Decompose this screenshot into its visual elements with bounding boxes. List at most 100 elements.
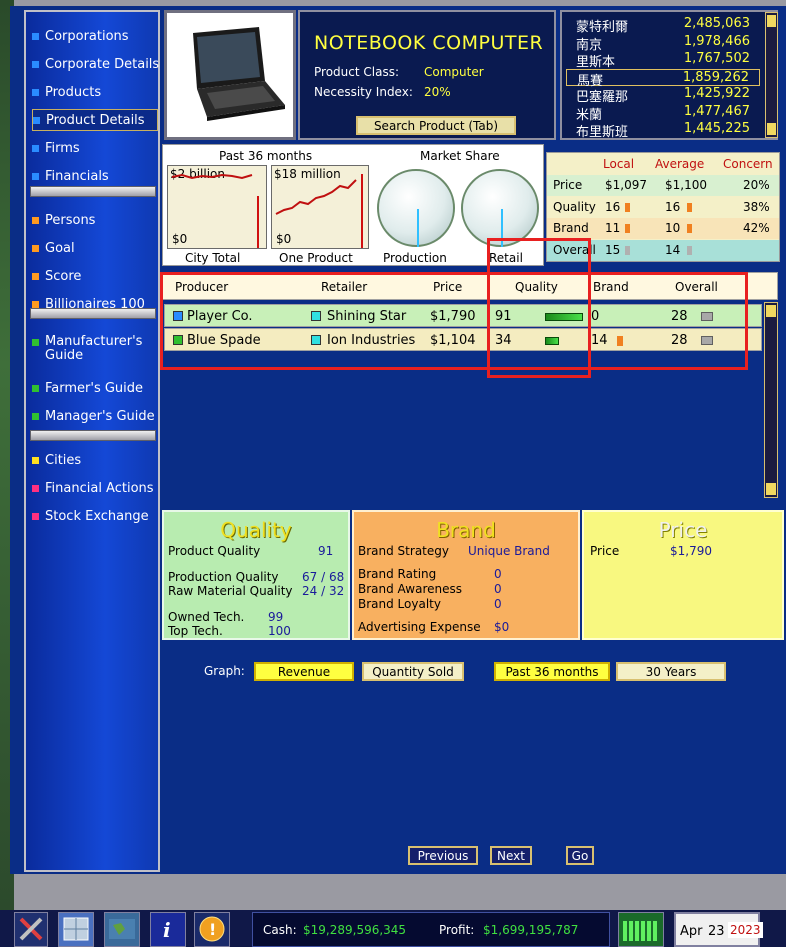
speed-bars-icon xyxy=(623,921,657,941)
sidebar-item-corporate-details[interactable]: Corporate Details xyxy=(32,53,159,75)
brand-panel: Brand Brand Strategy Unique Brand Brand … xyxy=(352,510,580,640)
date-month: Apr xyxy=(680,924,703,939)
sidebar-item-stock-exchange[interactable]: Stock Exchange xyxy=(32,505,158,527)
revenue-button[interactable]: Revenue xyxy=(254,662,354,681)
city-value: 1,767,502 xyxy=(683,51,750,66)
speed-meter[interactable] xyxy=(618,912,664,947)
bullet-square-icon xyxy=(33,116,40,124)
cash-value: $19,289,596,345 xyxy=(303,923,407,937)
bullet-square-icon xyxy=(32,456,39,464)
sidebar-item-corporations[interactable]: Corporations xyxy=(32,25,158,47)
city-name: 布里斯班 xyxy=(576,125,629,140)
bullet-square-icon xyxy=(32,512,39,520)
city-row[interactable]: 布里斯班 1,445,225 xyxy=(566,121,760,140)
one-product-bottom: $0 xyxy=(276,232,292,246)
sidebar-item-financials[interactable]: Financials xyxy=(32,165,158,187)
production-share-pie[interactable] xyxy=(377,169,455,247)
world-map-button[interactable] xyxy=(104,912,140,947)
sidebar-item-product-details[interactable]: Product Details xyxy=(32,109,158,131)
concern-header: Average xyxy=(655,157,705,171)
sidebar-item-label: Goal xyxy=(45,240,75,256)
sidebar-item-label: Product Details xyxy=(46,112,145,128)
map-grid-button[interactable] xyxy=(58,912,94,947)
bullet-square-icon xyxy=(32,384,39,392)
sidebar-item-label: Persons xyxy=(45,212,96,228)
sidebar-item-label: Stock Exchange xyxy=(45,508,149,524)
concern-average: $1,100 xyxy=(665,178,707,192)
previous-button[interactable]: Previous xyxy=(408,846,478,865)
sidebar-item-manufacturer-s-guide[interactable]: Manufacturer's Guide xyxy=(32,335,158,367)
top-tech-label: Top Tech. xyxy=(168,624,223,638)
profit-label: Profit: xyxy=(439,923,475,937)
sidebar-item-firms[interactable]: Firms xyxy=(32,137,158,159)
market-share-label: Market Share xyxy=(420,149,500,163)
bullet-square-icon xyxy=(32,244,39,252)
city-row[interactable]: 米蘭 1,477,467 xyxy=(566,104,760,123)
production-quality-value: 67 / 68 xyxy=(302,570,345,584)
concern-label: Brand xyxy=(553,221,589,235)
product-image-frame xyxy=(164,10,296,140)
product-quality-label: Product Quality xyxy=(168,544,261,558)
concern-row: Price $1,097 $1,100 20% xyxy=(547,175,779,196)
past-36-months-button[interactable]: Past 36 months xyxy=(494,662,610,681)
top-tech-value: 100 xyxy=(268,624,291,638)
seller-list-scrollbar[interactable] xyxy=(764,302,778,498)
alert-button[interactable]: ! xyxy=(194,912,230,947)
concern-local: $1,097 xyxy=(605,178,647,192)
brand-rating-label: Brand Rating xyxy=(358,567,437,581)
quantity-sold-button[interactable]: Quantity Sold xyxy=(362,662,464,681)
search-product-button[interactable]: Search Product (Tab) xyxy=(356,116,516,135)
sidebar-item-label: Corporations xyxy=(45,28,129,44)
sidebar-item-goal[interactable]: Goal xyxy=(32,237,158,259)
one-product-chart[interactable]: $18 million $0 xyxy=(271,165,369,249)
owned-tech-value: 99 xyxy=(268,610,284,624)
sidebar: Corporations Corporate Details Products Pro… xyxy=(24,10,160,872)
city-row[interactable]: 南京 1,978,466 xyxy=(566,34,760,53)
city-name: 南京 xyxy=(576,37,603,53)
city-row[interactable]: 馬賽 1,859,262 xyxy=(566,68,760,89)
sidebar-item-label: Farmer's Guide xyxy=(45,380,144,396)
tools-button[interactable] xyxy=(14,912,48,947)
raw-material-value: 24 / 32 xyxy=(302,584,345,598)
level-bar-icon xyxy=(625,245,630,255)
sidebar-item-persons[interactable]: Persons xyxy=(32,209,158,231)
sidebar-item-products[interactable]: Products xyxy=(32,81,158,103)
info-button[interactable]: i xyxy=(150,912,186,947)
price-value: $1,790 xyxy=(670,544,712,558)
30-years-button[interactable]: 30 Years xyxy=(616,662,726,681)
grid-map-icon xyxy=(63,917,89,941)
city-total-chart[interactable]: $2 billion $0 xyxy=(167,165,267,249)
level-bar-icon xyxy=(625,224,630,233)
city-row[interactable]: 蒙特利爾 2,485,063 xyxy=(566,16,760,35)
sidebar-item-label: Financials xyxy=(45,168,109,184)
brand-awareness-label: Brand Awareness xyxy=(358,582,462,596)
city-list-scrollbar[interactable] xyxy=(765,12,778,138)
sidebar-item-cities[interactable]: Cities xyxy=(32,449,158,471)
sidebar-item-label: Firms xyxy=(45,140,80,156)
bullet-square-icon xyxy=(32,144,39,152)
date-year: 2023 xyxy=(728,922,763,938)
city-total-caption: City Total xyxy=(185,251,241,265)
concern-local: 11 xyxy=(605,221,621,235)
brand-loyalty-value: 0 xyxy=(494,597,502,611)
info-icon: i xyxy=(163,918,171,942)
city-name: 米蘭 xyxy=(576,107,603,123)
sidebar-item-score[interactable]: Score xyxy=(32,265,158,287)
bullet-square-icon xyxy=(32,300,39,308)
price-panel: Price Price $1,790 xyxy=(582,510,784,640)
sidebar-separator xyxy=(30,430,156,441)
bullet-square-icon xyxy=(32,216,39,224)
next-button[interactable]: Next xyxy=(490,846,532,865)
highlight-box-quality xyxy=(487,238,591,378)
city-row[interactable]: 巴塞羅那 1,425,922 xyxy=(566,86,760,105)
necessity-value: 20% xyxy=(424,85,451,99)
go-button[interactable]: Go xyxy=(566,846,594,865)
price-title: Price xyxy=(658,518,708,542)
sidebar-item-farmer-s-guide[interactable]: Farmer's Guide xyxy=(32,377,158,399)
owned-tech-label: Owned Tech. xyxy=(168,610,245,624)
sidebar-item-manager-s-guide[interactable]: Manager's Guide xyxy=(32,405,158,427)
bullet-square-icon xyxy=(32,172,39,180)
city-row[interactable]: 里斯本 1,767,502 xyxy=(566,51,760,70)
sidebar-item-financial-actions[interactable]: Financial Actions xyxy=(32,477,158,499)
retail-share-pie[interactable] xyxy=(461,169,539,247)
